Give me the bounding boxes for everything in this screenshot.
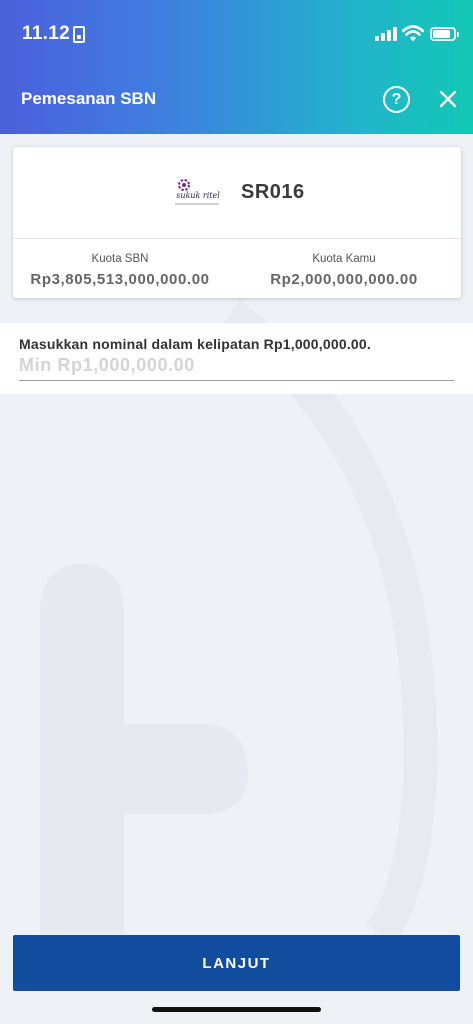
product-code: SR016 xyxy=(241,181,305,203)
battery-icon xyxy=(430,27,459,41)
quota-user-label: Kuota Kamu xyxy=(312,253,376,265)
quota-sbn-value: Rp3,805,513,000,000.00 xyxy=(30,271,210,288)
nominal-label: Masukkan nominal dalam kelipatan Rp1,000… xyxy=(19,336,371,352)
help-button[interactable]: ? xyxy=(383,86,410,113)
product-card: sukuk ritel SR016 Kuota SBN Rp3,805,513,… xyxy=(13,147,461,298)
nominal-section: Masukkan nominal dalam kelipatan Rp1,000… xyxy=(0,323,473,394)
quota-user-value: Rp2,000,000,000.00 xyxy=(270,271,418,288)
sim-icon xyxy=(73,26,85,43)
logo-text: sukuk ritel xyxy=(176,191,220,200)
home-indicator xyxy=(152,1007,321,1012)
help-icon: ? xyxy=(391,90,402,108)
nominal-input[interactable] xyxy=(19,351,454,381)
next-button[interactable]: LANJUT xyxy=(13,935,460,991)
status-time: 11.12 xyxy=(22,23,70,44)
product-header: sukuk ritel SR016 xyxy=(13,147,461,239)
wifi-icon xyxy=(402,25,424,42)
page-title: Pemesanan SBN xyxy=(21,89,157,108)
signal-icon xyxy=(375,27,397,41)
status-bar: 11.12 xyxy=(0,0,473,70)
app-header: 11.12 Pemesanan SBN ? xyxy=(0,0,473,134)
quota-sbn-label: Kuota SBN xyxy=(91,253,149,265)
close-icon[interactable] xyxy=(437,88,459,110)
